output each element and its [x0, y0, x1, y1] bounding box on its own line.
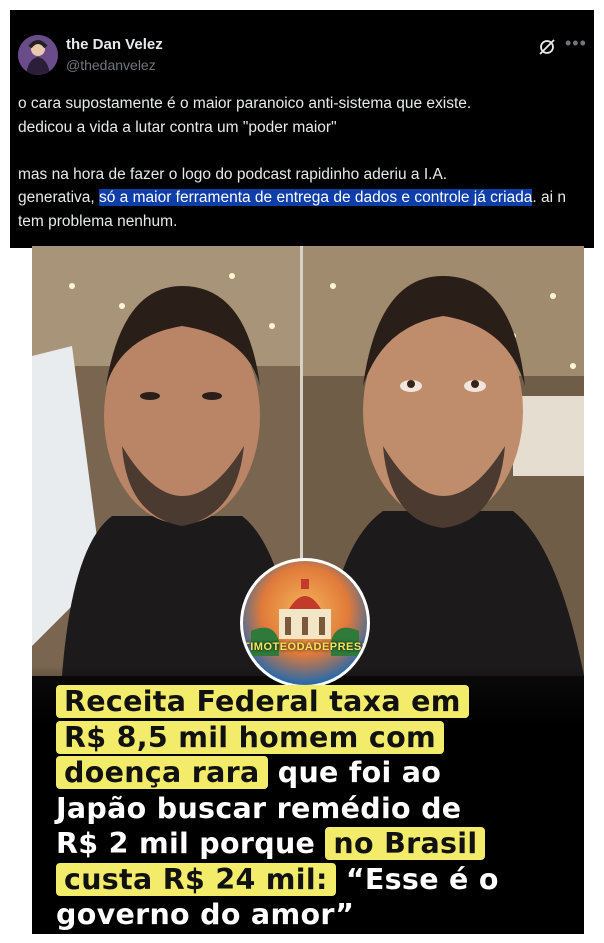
tweet-text-highlight: só a maior ferramenta de entrega de dado… [99, 189, 533, 206]
headline-line: doença rara que foi ao [56, 755, 576, 791]
headline-highlight: Receita Federal taxa em [56, 685, 469, 718]
more-options-icon[interactable]: ••• [565, 34, 587, 52]
headline-highlight: custa R$ 24 mil: [56, 862, 336, 896]
headline-line: Japão buscar remédio de [56, 791, 576, 827]
attached-image[interactable]: TIMOTEODADEPRESSAO Receita Federal taxa … [32, 246, 584, 934]
headline-line: R$ 8,5 mil homem com [56, 720, 576, 756]
headline-text: que foi ao [267, 756, 442, 789]
headline-text: “Esse é o [335, 862, 499, 896]
author-avatar[interactable] [18, 35, 58, 75]
podcast-logo-text: TIMOTEODADEPRESSAO [243, 641, 370, 653]
headline-highlight: R$ 8,5 mil homem com [56, 720, 444, 754]
image-headline: Receita Federal taxa em R$ 8,5 mil homem … [56, 684, 576, 933]
author-handle[interactable]: @thedanvelez [66, 57, 156, 73]
headline-line: Receita Federal taxa em [56, 684, 576, 720]
headline-highlight: doença rara [56, 756, 268, 789]
tweet-card: the Dan Velez @thedanvelez ••• o cara su… [10, 10, 594, 248]
headline-text: governo do amor” [56, 898, 355, 931]
headline-line: custa R$ 24 mil: “Esse é o [56, 862, 576, 898]
headline-text: Japão buscar remédio de [56, 791, 462, 825]
grok-icon[interactable] [538, 38, 556, 56]
headline-highlight: no Brasil [325, 827, 486, 860]
headline-text: R$ 2 mil porque [56, 827, 326, 860]
headline-line: governo do amor” [56, 897, 576, 933]
headline-line: R$ 2 mil porque no Brasil [56, 826, 576, 862]
tweet-text: o cara supostamente é o maior paranoico … [18, 92, 578, 233]
podcast-logo: TIMOTEODADEPRESSAO [240, 558, 370, 688]
author-name[interactable]: the Dan Velez [66, 36, 163, 53]
